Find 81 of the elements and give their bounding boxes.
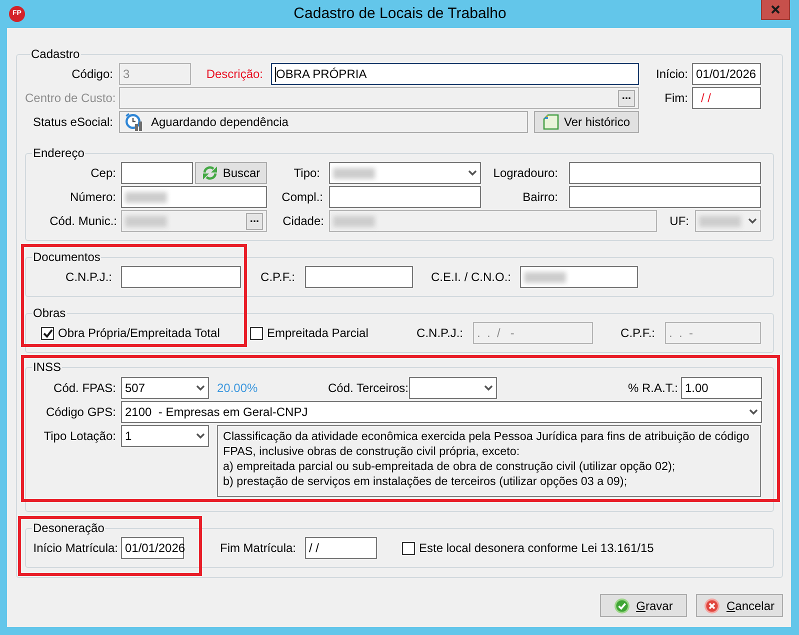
- checkbox-label[interactable]: Este local desonera conforme Lei 13.161/15: [419, 541, 654, 555]
- field-label: Cód. Munic.:: [48, 214, 118, 228]
- group-label: Endereço: [32, 146, 86, 161]
- chevron-down-icon: [196, 433, 205, 439]
- field-label: Descrição:: [205, 67, 264, 81]
- text-field[interactable]: / /: [305, 537, 377, 559]
- field-label: Número:: [68, 190, 117, 204]
- dropdown-field[interactable]: 1: [121, 425, 209, 447]
- document-icon: [542, 114, 559, 130]
- save-button[interactable]: Gravar: [600, 594, 687, 617]
- text-field[interactable]: [329, 186, 481, 208]
- text-field[interactable]: 01/01/2026: [121, 537, 184, 559]
- cancel-button[interactable]: Cancelar: [696, 594, 783, 617]
- field-label: Tipo:: [292, 166, 321, 180]
- group-label: Documentos: [32, 250, 102, 265]
- field-label: C.P.F.:: [620, 326, 656, 340]
- field-label: % R.A.T.:: [626, 381, 679, 395]
- text-field[interactable]: [121, 162, 193, 184]
- text-field[interactable]: [305, 266, 413, 288]
- field-label: Cidade:: [282, 214, 325, 228]
- group-label: Desoneração: [32, 521, 106, 536]
- field-label: C.N.P.J.:: [416, 326, 464, 340]
- search-button[interactable]: Buscar: [195, 162, 267, 184]
- close-icon: [771, 5, 780, 14]
- chevron-down-icon: [748, 218, 757, 224]
- dropdown-field[interactable]: 2100 - Empresas em Geral-CNPJ: [121, 401, 762, 423]
- checkbox-label[interactable]: Obra Própria/Empreitada Total: [58, 326, 220, 340]
- field-label: C.P.F.:: [260, 270, 296, 284]
- status-field: Aguardando dependência: [119, 111, 528, 133]
- history-button[interactable]: Ver histórico: [534, 111, 639, 133]
- cancel-icon: [704, 598, 720, 614]
- field-label: C.N.P.J.:: [64, 270, 113, 284]
- description-text: Classificação da atividade econômica exercida pela Pessoa Jurídica para fins de atribuição de código FPAS, inclusive obras de construção civil própria, exceto: a) empreitada parcial ou sub-empreitada de obra de construção civil (utilizar opção 02); b) prestação de serviços em instalações de terceiros (utilizar opções 03 a 09);: [217, 425, 761, 497]
- check-icon: [42, 328, 52, 338]
- checkbox[interactable]: [402, 542, 415, 554]
- field-label: Tipo Lotação:: [42, 429, 117, 443]
- text-field[interactable]: OBRA PRÓPRIA: [271, 63, 639, 85]
- close-button[interactable]: [761, 0, 790, 20]
- chevron-down-icon: [196, 385, 205, 391]
- checkbox[interactable]: [41, 326, 54, 340]
- text-field[interactable]: [520, 266, 638, 288]
- chevron-down-icon: [484, 385, 493, 391]
- field-label: Fim Matrícula:: [218, 541, 297, 555]
- checkbox[interactable]: [250, 326, 263, 340]
- text-cursor: [275, 66, 276, 82]
- field-label: Início:: [654, 67, 689, 81]
- dropdown-field[interactable]: [329, 162, 481, 184]
- field-label: Logradouro:: [492, 166, 559, 180]
- chevron-down-icon: [468, 170, 477, 176]
- group-label: Obras: [32, 306, 67, 321]
- window-title: Cadastro de Locais de Trabalho: [292, 4, 508, 24]
- check-circle-icon: [614, 598, 630, 614]
- field-label: Fim:: [664, 91, 689, 105]
- text-field[interactable]: [121, 186, 267, 208]
- text-field[interactable]: [569, 162, 761, 184]
- field-label: Compl.:: [280, 190, 324, 204]
- field-label: UF:: [668, 214, 690, 228]
- text-field[interactable]: 1.00: [681, 377, 762, 399]
- checkbox-label[interactable]: Empreitada Parcial: [267, 326, 368, 340]
- field-label: Bairro:: [522, 190, 559, 204]
- field-label: Centro de Custo:: [25, 91, 117, 105]
- chevron-down-icon: [749, 409, 758, 415]
- rate-text: 20.00%: [216, 381, 259, 395]
- text-field[interactable]: [121, 266, 241, 288]
- field-label: Status eSocial:: [32, 115, 114, 129]
- field-label: Cód. FPAS:: [52, 381, 117, 395]
- field-label: Cód. Terceiros:: [328, 381, 409, 395]
- text-field[interactable]: 01/01/2026: [692, 63, 761, 85]
- field-label: Início Matrícula:: [32, 541, 119, 555]
- group-label: INSS: [32, 360, 62, 375]
- field-label: Cep:: [90, 166, 117, 180]
- group-label: Cadastro: [30, 47, 81, 62]
- field-label: Código:: [70, 67, 114, 81]
- dropdown-field[interactable]: 507: [121, 377, 209, 399]
- text-field[interactable]: / /: [692, 87, 761, 109]
- field-label: C.E.I. / C.N.O.:: [430, 270, 512, 284]
- dropdown-field[interactable]: [409, 377, 497, 399]
- field-label: Código GPS:: [44, 405, 117, 419]
- refresh-icon: [202, 165, 218, 181]
- text-field[interactable]: [569, 186, 761, 208]
- clock-icon: [125, 113, 143, 131]
